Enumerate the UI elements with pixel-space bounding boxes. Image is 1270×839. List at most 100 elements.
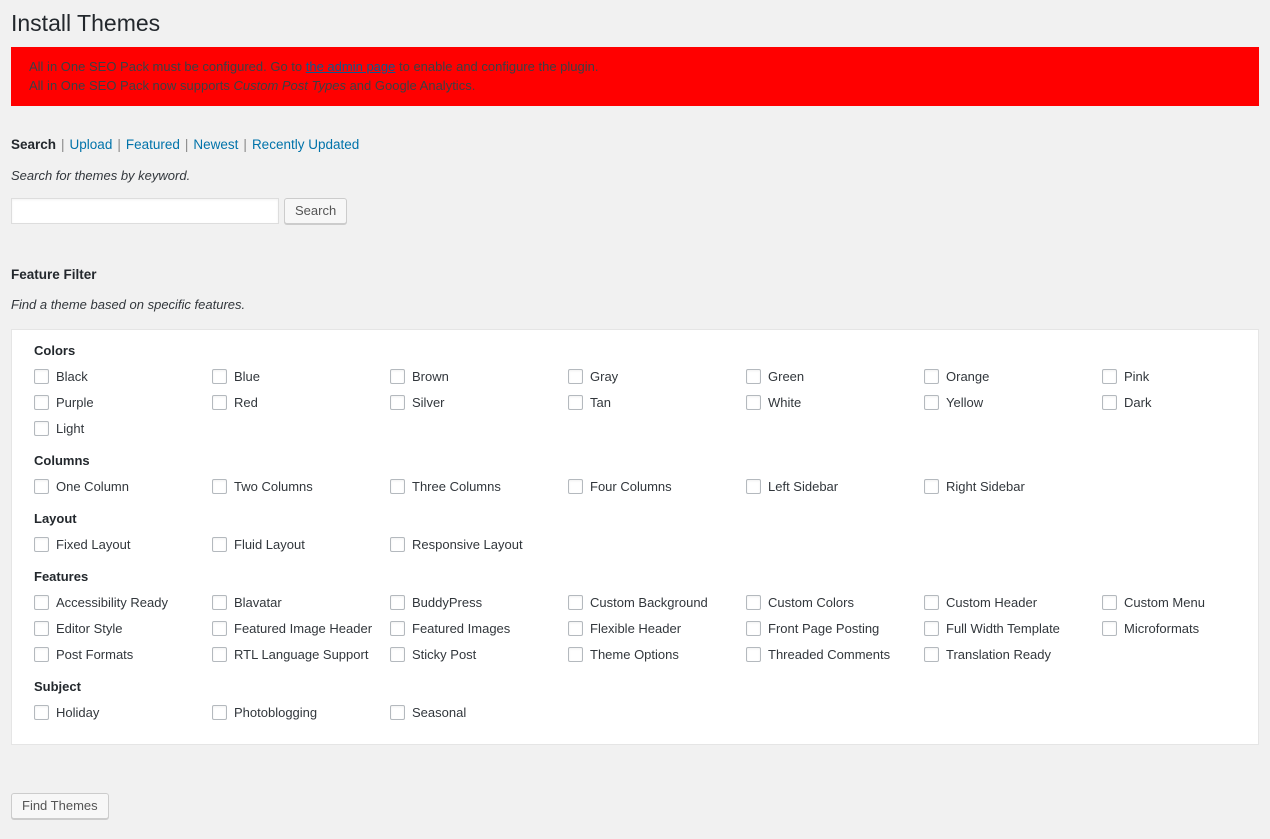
filter-option-yellow[interactable]: Yellow [924,390,1102,416]
filter-option-green[interactable]: Green [746,364,924,390]
filter-option-custom-menu[interactable]: Custom Menu [1102,590,1270,616]
checkbox-icon[interactable] [568,479,583,494]
filter-option-featured-images[interactable]: Featured Images [390,616,568,642]
checkbox-icon[interactable] [1102,369,1117,384]
filter-option-custom-header[interactable]: Custom Header [924,590,1102,616]
checkbox-icon[interactable] [390,647,405,662]
filter-option-custom-colors[interactable]: Custom Colors [746,590,924,616]
filter-option-featured-image-header[interactable]: Featured Image Header [212,616,390,642]
filter-option-fluid-layout[interactable]: Fluid Layout [212,532,390,558]
tab-recently-updated[interactable]: Recently Updated [252,137,359,152]
search-input[interactable] [11,198,279,224]
checkbox-icon[interactable] [746,395,761,410]
filter-option-right-sidebar[interactable]: Right Sidebar [924,474,1102,500]
filter-option-white[interactable]: White [746,390,924,416]
filter-option-four-columns[interactable]: Four Columns [568,474,746,500]
checkbox-icon[interactable] [390,395,405,410]
filter-option-one-column[interactable]: One Column [34,474,212,500]
checkbox-icon[interactable] [1102,395,1117,410]
checkbox-icon[interactable] [568,395,583,410]
filter-option-pink[interactable]: Pink [1102,364,1270,390]
filter-option-holiday[interactable]: Holiday [34,700,212,726]
checkbox-icon[interactable] [390,705,405,720]
filter-option-translation-ready[interactable]: Translation Ready [924,642,1102,668]
checkbox-icon[interactable] [212,647,227,662]
filter-option-responsive-layout[interactable]: Responsive Layout [390,532,568,558]
checkbox-icon[interactable] [390,537,405,552]
checkbox-icon[interactable] [212,705,227,720]
filter-option-custom-background[interactable]: Custom Background [568,590,746,616]
filter-option-dark[interactable]: Dark [1102,390,1270,416]
filter-option-front-page-posting[interactable]: Front Page Posting [746,616,924,642]
checkbox-icon[interactable] [212,537,227,552]
checkbox-icon[interactable] [1102,595,1117,610]
checkbox-icon[interactable] [34,647,49,662]
checkbox-icon[interactable] [34,705,49,720]
filter-option-microformats[interactable]: Microformats [1102,616,1270,642]
filter-option-full-width-template[interactable]: Full Width Template [924,616,1102,642]
checkbox-icon[interactable] [34,395,49,410]
filter-option-blue[interactable]: Blue [212,364,390,390]
filter-option-flexible-header[interactable]: Flexible Header [568,616,746,642]
checkbox-icon[interactable] [568,595,583,610]
filter-option-blavatar[interactable]: Blavatar [212,590,390,616]
checkbox-icon[interactable] [212,369,227,384]
checkbox-icon[interactable] [390,595,405,610]
filter-option-orange[interactable]: Orange [924,364,1102,390]
filter-option-photoblogging[interactable]: Photoblogging [212,700,390,726]
tab-search[interactable]: Search [11,137,56,152]
checkbox-icon[interactable] [746,369,761,384]
checkbox-icon[interactable] [390,479,405,494]
checkbox-icon[interactable] [212,595,227,610]
checkbox-icon[interactable] [34,421,49,436]
checkbox-icon[interactable] [746,647,761,662]
filter-option-left-sidebar[interactable]: Left Sidebar [746,474,924,500]
filter-option-rtl-language-support[interactable]: RTL Language Support [212,642,390,668]
tab-upload[interactable]: Upload [70,137,113,152]
filter-option-silver[interactable]: Silver [390,390,568,416]
filter-option-red[interactable]: Red [212,390,390,416]
checkbox-icon[interactable] [34,595,49,610]
checkbox-icon[interactable] [212,479,227,494]
admin-page-link[interactable]: the admin page [306,59,396,74]
filter-option-sticky-post[interactable]: Sticky Post [390,642,568,668]
filter-option-threaded-comments[interactable]: Threaded Comments [746,642,924,668]
checkbox-icon[interactable] [34,621,49,636]
filter-option-fixed-layout[interactable]: Fixed Layout [34,532,212,558]
filter-option-accessibility-ready[interactable]: Accessibility Ready [34,590,212,616]
filter-option-seasonal[interactable]: Seasonal [390,700,568,726]
checkbox-icon[interactable] [390,369,405,384]
checkbox-icon[interactable] [924,647,939,662]
checkbox-icon[interactable] [34,369,49,384]
checkbox-icon[interactable] [1102,621,1117,636]
checkbox-icon[interactable] [568,621,583,636]
filter-option-tan[interactable]: Tan [568,390,746,416]
checkbox-icon[interactable] [34,537,49,552]
tab-featured[interactable]: Featured [126,137,180,152]
filter-option-buddypress[interactable]: BuddyPress [390,590,568,616]
checkbox-icon[interactable] [746,479,761,494]
tab-newest[interactable]: Newest [193,137,238,152]
checkbox-icon[interactable] [390,621,405,636]
checkbox-icon[interactable] [924,479,939,494]
filter-option-three-columns[interactable]: Three Columns [390,474,568,500]
find-themes-button[interactable]: Find Themes [11,793,109,819]
checkbox-icon[interactable] [212,621,227,636]
checkbox-icon[interactable] [924,395,939,410]
checkbox-icon[interactable] [212,395,227,410]
search-button[interactable]: Search [284,198,348,224]
checkbox-icon[interactable] [924,369,939,384]
filter-option-theme-options[interactable]: Theme Options [568,642,746,668]
filter-option-editor-style[interactable]: Editor Style [34,616,212,642]
checkbox-icon[interactable] [568,647,583,662]
filter-option-light[interactable]: Light [34,416,212,442]
checkbox-icon[interactable] [568,369,583,384]
filter-option-gray[interactable]: Gray [568,364,746,390]
checkbox-icon[interactable] [746,621,761,636]
checkbox-icon[interactable] [34,479,49,494]
checkbox-icon[interactable] [746,595,761,610]
checkbox-icon[interactable] [924,595,939,610]
filter-option-purple[interactable]: Purple [34,390,212,416]
filter-option-black[interactable]: Black [34,364,212,390]
filter-option-post-formats[interactable]: Post Formats [34,642,212,668]
